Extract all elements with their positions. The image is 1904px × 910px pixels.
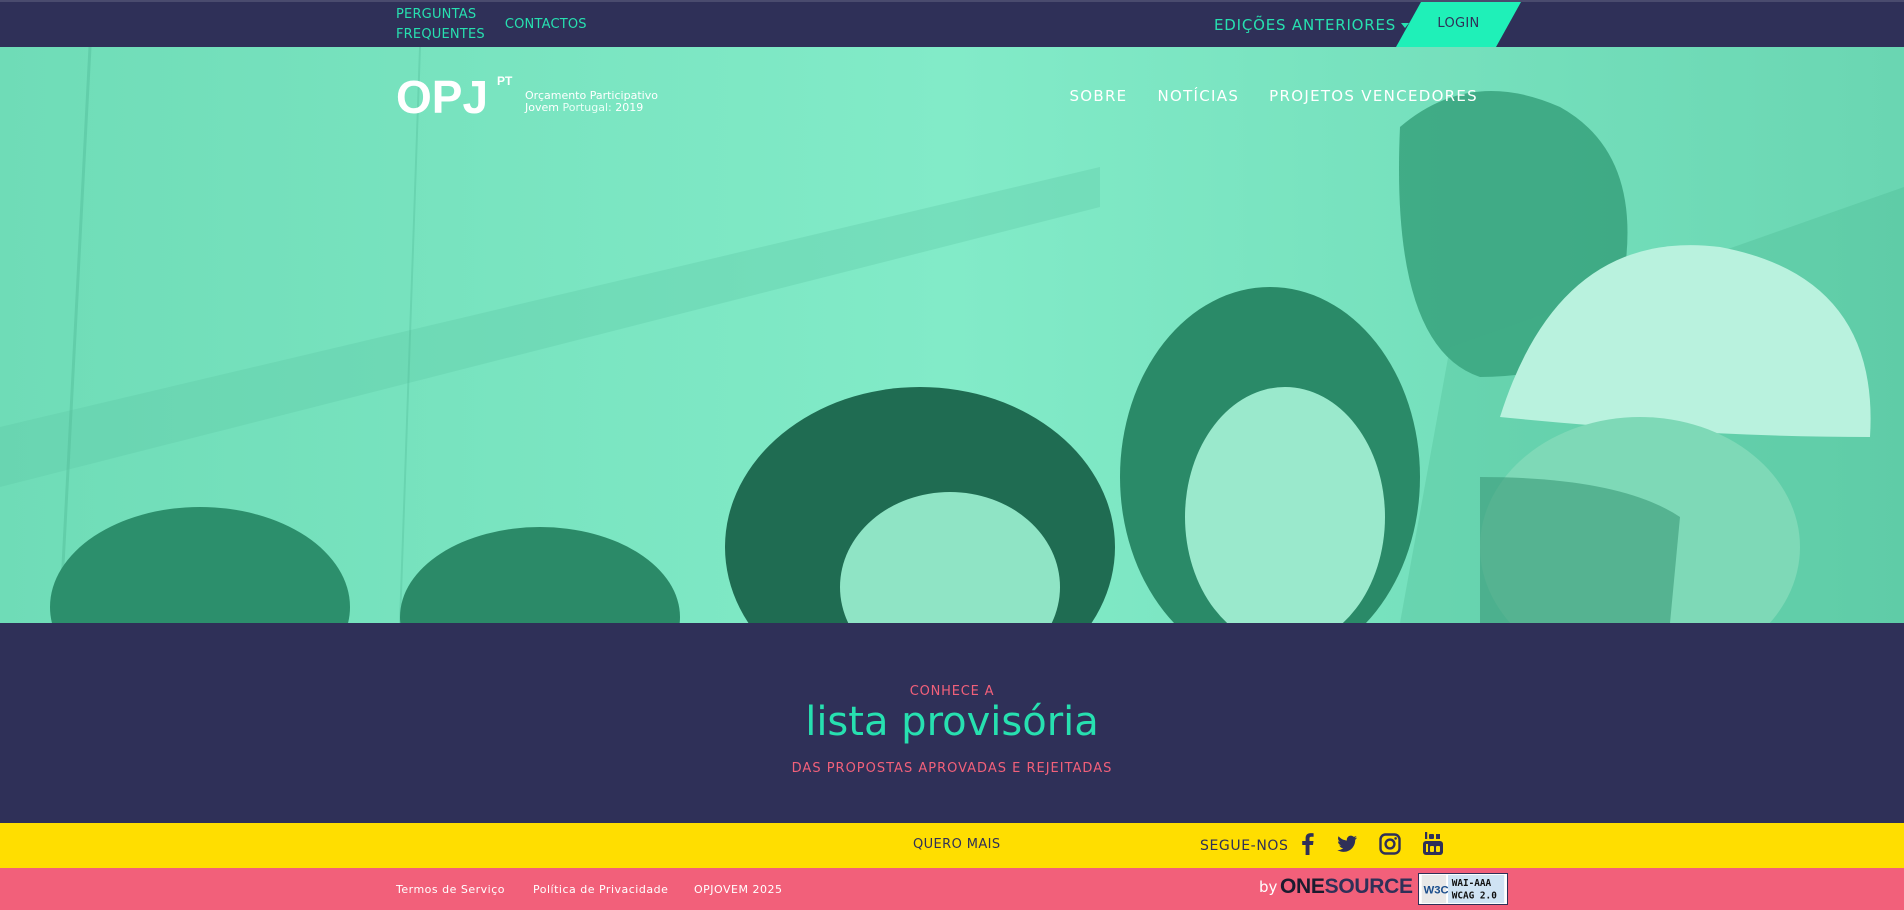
logo-tagline-portugal: Portugal: [562, 101, 609, 114]
svg-text:W3C: W3C: [1424, 885, 1449, 897]
logo-superscript: PT: [497, 74, 513, 88]
social-bar: QUERO MAIS SEGUE-NOS: [0, 823, 1904, 868]
instagram-icon[interactable]: [1377, 831, 1403, 857]
provisional-list-banner[interactable]: CONHECE A lista provisória DAS PROPOSTAS…: [0, 623, 1904, 823]
main-nav: SOBRE NOTÍCIAS PROJETOS VENCEDORES: [1069, 87, 1478, 105]
contacts-link[interactable]: CONTACTOS: [505, 5, 587, 35]
twitter-icon[interactable]: [1334, 831, 1360, 857]
footer: Termos de Serviço Política de Privacidad…: [0, 868, 1904, 910]
previous-editions-dropdown[interactable]: EDIÇÕES ANTERIORES: [1214, 16, 1410, 34]
logo-tagline-jovem: Jovem: [525, 101, 559, 114]
logo-tagline-year-b: 19: [629, 101, 644, 114]
nav-item-projetos-vencedores[interactable]: PROJETOS VENCEDORES: [1269, 87, 1478, 105]
privacy-link[interactable]: Política de Privacidade: [533, 883, 668, 896]
quero-mais-link[interactable]: QUERO MAIS: [913, 837, 1001, 852]
login-label: LOGIN: [1437, 16, 1480, 31]
utility-links: PERGUNTAS FREQUENTES CONTACTOS: [396, 5, 587, 45]
nav-item-sobre[interactable]: SOBRE: [1069, 87, 1127, 105]
nav-item-noticias[interactable]: NOTÍCIAS: [1157, 87, 1239, 105]
facebook-icon[interactable]: [1295, 831, 1321, 857]
w3c-wcag-badge[interactable]: W3C WAI-AAA WCAG 2.0: [1418, 873, 1508, 905]
promo-headline: lista provisória: [805, 699, 1099, 745]
onesource-logo-source: SOURCE: [1324, 875, 1413, 898]
terms-link[interactable]: Termos de Serviço: [396, 883, 505, 896]
onesource-logo[interactable]: ONESOURCE: [1280, 875, 1413, 899]
top-bar: PERGUNTAS FREQUENTES CONTACTOS EDIÇÕES A…: [0, 0, 1904, 47]
hero-photo: [0, 47, 1904, 623]
promo-subline: DAS PROPOSTAS APROVADAS E REJEITADAS: [791, 761, 1113, 776]
onesource-logo-one: ONE: [1280, 875, 1325, 898]
login-button[interactable]: LOGIN: [1396, 2, 1521, 47]
logo-tagline-year-a: 20: [615, 101, 630, 114]
copyright-text: OPJOVEM 2025: [694, 883, 783, 896]
opj-logo[interactable]: OPJ PT: [396, 73, 521, 118]
hero-banner: OPJ PT Orçamento Participativo Jovem Por…: [0, 47, 1904, 623]
faq-link[interactable]: PERGUNTAS FREQUENTES: [396, 5, 485, 45]
promo-kicker: CONHECE A: [909, 684, 995, 699]
logo-tagline: Orçamento Participativo Jovem Portugal: …: [525, 89, 658, 114]
youtube-icon[interactable]: [1420, 831, 1446, 857]
previous-editions-label: EDIÇÕES ANTERIORES: [1214, 16, 1397, 34]
by-label: by: [1259, 878, 1278, 896]
follow-us-label: SEGUE-NOS: [1200, 838, 1289, 854]
w3c-badge-line2: WCAG 2.0: [1452, 890, 1497, 901]
w3c-badge-line1: WAI-AAA: [1452, 878, 1492, 889]
logo-mark: OPJ: [396, 73, 488, 118]
